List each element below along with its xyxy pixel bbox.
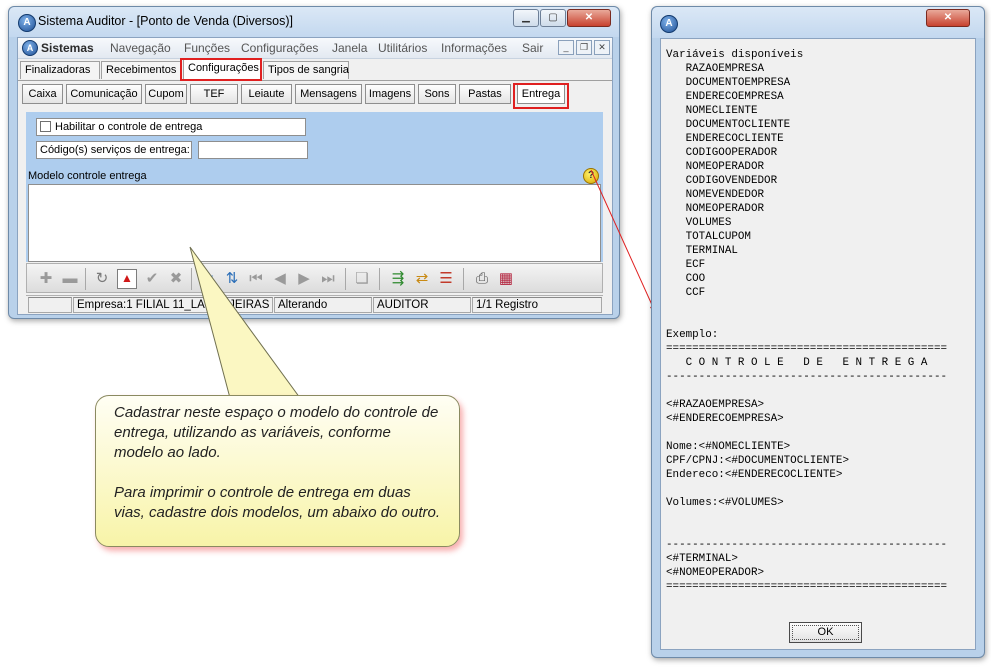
- close-window-button[interactable]: ✕: [567, 9, 611, 27]
- tab-recebimentos[interactable]: Recebimentos: [101, 61, 181, 79]
- status-mode: Alterando: [274, 297, 372, 313]
- toolbar-separator: [463, 268, 464, 290]
- mdi-restore-button[interactable]: ❐: [576, 40, 592, 55]
- entrega-config-panel: Habilitar o controle de entrega Código(s…: [26, 112, 603, 262]
- toolbar-separator: [379, 268, 380, 290]
- menu-bar: A Sistemas Navegação Funções Configuraçõ…: [18, 38, 612, 59]
- main-window: A Sistema Auditor - [Ponto de Venda (Div…: [8, 6, 620, 319]
- app-logo-icon: A: [18, 14, 36, 32]
- tab-finalizadoras[interactable]: Finalizadoras: [20, 61, 100, 79]
- callout-paragraph-1: Cadastrar neste espaço o modelo do contr…: [114, 404, 439, 461]
- dialog-app-icon: A: [660, 15, 678, 33]
- pastas-button[interactable]: Pastas: [459, 84, 511, 104]
- toolbar-separator: [191, 268, 192, 290]
- status-cell-empty: [28, 297, 72, 313]
- list-icon[interactable]: ☰: [437, 270, 455, 288]
- print-icon[interactable]: ⎙: [473, 270, 491, 288]
- callout-paragraph-2: Para imprimir o controle de entrega em d…: [114, 484, 441, 521]
- main-titlebar[interactable]: A Sistema Auditor - [Ponto de Venda (Div…: [9, 7, 619, 37]
- menu-configuracoes[interactable]: Configurações: [241, 41, 318, 55]
- mdi-close-button[interactable]: ✕: [594, 40, 610, 55]
- menu-sair[interactable]: Sair: [522, 41, 543, 55]
- instruction-callout: Cadastrar neste espaço o modelo do contr…: [95, 395, 460, 547]
- cupom-button[interactable]: Cupom: [145, 84, 187, 104]
- delivery-model-textarea[interactable]: [28, 184, 601, 262]
- last-record-icon[interactable]: ⏭: [319, 270, 337, 288]
- cancel-icon[interactable]: ✖: [167, 270, 185, 288]
- remove-icon[interactable]: ▬: [61, 270, 79, 288]
- add-icon[interactable]: ✚: [37, 270, 55, 288]
- menu-sistemas[interactable]: Sistemas: [41, 41, 94, 55]
- record-toolbar: ✚ ▬ ↻ ▲ ✔ ✖ ⏷ ⇅ ⏮ ◀ ▶ ⏭ ❏ ⇶ ⇄ ☰ ⎙ ▦: [26, 263, 603, 293]
- dialog-titlebar[interactable]: A ✕: [652, 7, 984, 38]
- previous-record-icon[interactable]: ◀: [271, 270, 289, 288]
- variables-text: Variáveis disponíveis RAZAOEMPRESA DOCUM…: [666, 49, 948, 593]
- status-record-count: 1/1 Registro: [472, 297, 602, 313]
- toolbar-separator: [345, 268, 346, 290]
- variables-dialog: A ✕ Variáveis disponíveis RAZAOEMPRESA D…: [651, 6, 985, 658]
- report-icon[interactable]: ▦: [497, 270, 515, 288]
- mdi-minimize-button[interactable]: _: [558, 40, 574, 55]
- delivery-model-label: Modelo controle entrega: [28, 170, 147, 182]
- next-record-icon[interactable]: ▶: [295, 270, 313, 288]
- maximize-window-button[interactable]: ▢: [540, 9, 566, 27]
- mensagens-button[interactable]: Mensagens: [295, 84, 362, 104]
- menu-app-icon: A: [22, 40, 38, 56]
- highlight-entrega-button: [513, 83, 569, 109]
- copy-icon[interactable]: ❏: [353, 270, 371, 288]
- window-title: Sistema Auditor - [Ponto de Venda (Diver…: [38, 14, 293, 28]
- main-client-area: A Sistemas Navegação Funções Configuraçõ…: [17, 37, 613, 315]
- filter-icon[interactable]: ⏷: [199, 270, 217, 288]
- menu-navegacao[interactable]: Navegação: [110, 41, 171, 55]
- enable-delivery-control-field[interactable]: Habilitar o controle de entrega: [36, 118, 306, 136]
- tef-button[interactable]: TEF: [190, 84, 238, 104]
- status-bar: Empresa:1 FILIAL 11_LARANJEIRAS Alterand…: [26, 295, 603, 314]
- imagens-button[interactable]: Imagens: [365, 84, 415, 104]
- delivery-service-codes-label: Código(s) serviços de entrega:: [36, 141, 192, 159]
- import-icon[interactable]: ⇄: [413, 270, 431, 288]
- enable-delivery-control-checkbox[interactable]: [40, 121, 51, 132]
- tab-strip: Finalizadoras Recebimentos Configurações…: [18, 59, 612, 81]
- export-icon[interactable]: ⇶: [389, 270, 407, 288]
- caixa-button[interactable]: Caixa: [22, 84, 63, 104]
- first-record-icon[interactable]: ⏮: [247, 270, 265, 288]
- sons-button[interactable]: Sons: [418, 84, 456, 104]
- status-company: Empresa:1 FILIAL 11_LARANJEIRAS: [73, 297, 273, 313]
- ok-button[interactable]: OK: [789, 622, 862, 643]
- menu-utilitarios[interactable]: Utilitários: [378, 41, 427, 55]
- menu-funcoes[interactable]: Funções: [184, 41, 230, 55]
- highlight-configuracoes-tab: [180, 58, 262, 81]
- menu-informacoes[interactable]: Informações: [441, 41, 507, 55]
- sort-icon[interactable]: ⇅: [223, 270, 241, 288]
- enable-delivery-control-label: Habilitar o controle de entrega: [55, 121, 203, 133]
- refresh-icon[interactable]: ↻: [93, 270, 111, 288]
- minimize-window-button[interactable]: ▁: [513, 9, 539, 27]
- dialog-client-area: Variáveis disponíveis RAZAOEMPRESA DOCUM…: [660, 38, 976, 650]
- confirm-icon[interactable]: ✔: [143, 270, 161, 288]
- toolbar-separator: [85, 268, 86, 290]
- status-user: AUDITOR: [373, 297, 471, 313]
- comunicacao-button[interactable]: Comunicação: [66, 84, 142, 104]
- help-icon[interactable]: ?: [583, 168, 599, 184]
- warning-icon[interactable]: ▲: [117, 269, 137, 289]
- tab-tipos-de-sangria[interactable]: Tipos de sangria: [263, 61, 349, 79]
- leiaute-button[interactable]: Leiaute: [241, 84, 292, 104]
- delivery-service-codes-input[interactable]: [198, 141, 308, 159]
- dialog-close-button[interactable]: ✕: [926, 9, 970, 27]
- menu-janela[interactable]: Janela: [332, 41, 367, 55]
